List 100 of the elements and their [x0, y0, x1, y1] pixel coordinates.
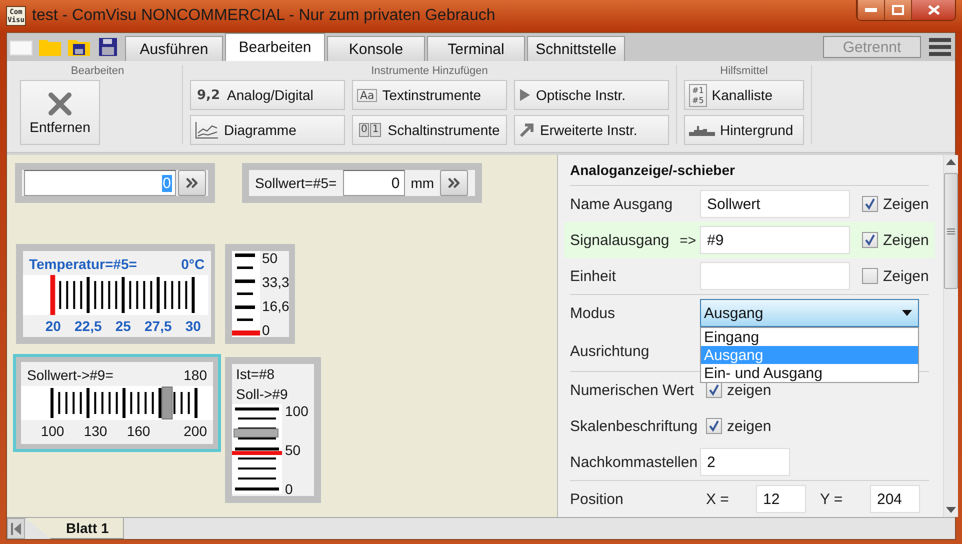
scale-label: 30 [184, 318, 202, 334]
property-label: Nachkommastellen [570, 454, 698, 470]
ribbon-button[interactable]: Optische Instr. [514, 80, 669, 110]
gauge-title: Temperatur=#5= [29, 256, 137, 272]
slider-label: Ist=#8 [235, 365, 276, 384]
scale-label: 0 [285, 482, 294, 496]
scale-label: 50 [285, 443, 302, 457]
checkbox[interactable] [862, 196, 878, 212]
save-icon[interactable] [96, 36, 120, 58]
ribbon-button[interactable]: 9,2 Analog/Digital [190, 80, 345, 110]
checkbox[interactable] [706, 382, 722, 398]
input-instrument[interactable]: Sollwert=#5= 0 mm [242, 163, 482, 203]
slider-instrument[interactable]: Ist=#8 Soll->#9 100 50 0 [225, 357, 321, 503]
scale-label: 200 [182, 423, 207, 439]
sheet-tab[interactable]: Blatt 1 [25, 518, 124, 539]
property-label: Signalausgang [570, 232, 670, 248]
line-chart-icon [195, 121, 219, 139]
slider-thumb[interactable] [162, 386, 173, 420]
group-title: Hilfsmittel [720, 65, 768, 77]
ribbon-button[interactable]: Erweiterte Instr. [514, 115, 669, 145]
unit-label: mm [410, 175, 436, 191]
checkbox-label: Zeigen [883, 196, 929, 212]
property-label: Numerischen Wert [570, 382, 694, 398]
text-field[interactable] [700, 262, 850, 290]
scale-label: 22,5 [74, 318, 103, 334]
menu-icon[interactable] [929, 37, 951, 57]
send-button[interactable] [440, 170, 468, 196]
first-sheet-button[interactable] [7, 518, 25, 539]
scale-label: 100 [285, 404, 308, 418]
property-label: Ausrichtung [570, 342, 650, 360]
digits-icon: 9,2 [195, 90, 222, 100]
slider-instrument[interactable]: Sollwert->#9= 180 100 130 160 200 [13, 354, 221, 452]
checkbox[interactable] [706, 418, 722, 434]
property-label: Modus [570, 304, 616, 322]
send-button[interactable] [178, 170, 206, 196]
value-field[interactable]: 0 [342, 170, 405, 196]
slider-reading: 180 [184, 367, 207, 383]
field-value: 0 [390, 174, 401, 192]
scale-label: 25 [114, 318, 132, 334]
scale-label: 130 [82, 423, 108, 439]
ribbon-button[interactable]: Hintergrund [684, 115, 804, 145]
coordinate-label: Y = [820, 490, 844, 508]
caret-icon [902, 310, 912, 316]
ribbon-tab[interactable]: Konsole [327, 36, 425, 61]
text-field[interactable]: Sollwert [700, 190, 850, 218]
ribbon-tab[interactable]: Schnittstelle [527, 36, 625, 61]
gauge-reading: 0°C [181, 256, 205, 272]
minimize-button[interactable] [857, 0, 884, 20]
scale-label: 0 [262, 323, 271, 337]
arrow-label: => [680, 232, 696, 248]
checkbox[interactable] [862, 268, 878, 284]
mode-dropdown[interactable]: Ausgang [700, 299, 919, 327]
checkbox-label: zeigen [727, 382, 772, 398]
play-icon [519, 88, 531, 102]
scroll-down-icon[interactable] [946, 507, 956, 513]
arrow-icon [519, 122, 535, 138]
property-label: Name Ausgang [570, 196, 673, 212]
group-title: Bearbeiten [70, 65, 124, 77]
text-icon: Aa [357, 88, 378, 102]
close-button[interactable] [911, 0, 955, 20]
skyline-icon [689, 124, 715, 136]
scroll-up-icon[interactable] [946, 159, 956, 165]
scale-label: 160 [126, 423, 152, 439]
scale-label: 27,5 [144, 318, 173, 334]
text-field[interactable]: #9 [700, 226, 850, 254]
property-label: Position [570, 490, 624, 508]
text-field[interactable]: 2 [700, 448, 790, 476]
scrollbar-thumb[interactable] [944, 173, 958, 289]
ribbon-button[interactable]: Entfernen [20, 80, 100, 145]
skip-back-icon [11, 522, 21, 534]
slider-label: Soll->#9 [235, 385, 289, 404]
maximize-icon [892, 5, 904, 15]
grip-icon [946, 228, 955, 234]
scale-label: 50 [262, 251, 279, 265]
scale-label: 100 [40, 423, 66, 439]
field-value: 0 [162, 174, 172, 192]
ribbon-tab[interactable]: Bearbeiten [225, 33, 325, 61]
minimize-icon [865, 8, 877, 12]
coordinate-label: X = [706, 490, 730, 508]
slider-thumb[interactable] [234, 428, 278, 438]
maximize-button[interactable] [884, 0, 911, 20]
coordinate-field[interactable]: 204 [870, 485, 920, 513]
group-title: Instrumente Hinzufügen [371, 65, 488, 77]
ribbon-button[interactable]: Aa Textinstrumente [352, 80, 507, 110]
close-icon [928, 5, 940, 15]
ribbon-button[interactable]: Diagramme [190, 115, 345, 145]
list-icon: #1 #5 [689, 84, 707, 106]
scale-label: 20 [44, 318, 62, 334]
scrollbar[interactable] [942, 155, 958, 517]
cross-icon [47, 90, 73, 116]
checkbox-label: Zeigen [883, 232, 929, 248]
scale-label: 33,3 [262, 275, 290, 289]
checkbox[interactable] [862, 232, 878, 248]
property-label: Skalenbeschriftung [570, 418, 698, 434]
ribbon-button[interactable]: 0 1 Schaltinstrumente [352, 115, 507, 145]
ribbon-tab[interactable]: Ausführen [125, 36, 223, 61]
ribbon-tab[interactable]: Terminal [427, 36, 525, 61]
slider-title: Sollwert->#9= [27, 367, 114, 383]
coordinate-field[interactable]: 12 [756, 485, 806, 513]
checkbox-label: Zeigen [883, 268, 929, 284]
